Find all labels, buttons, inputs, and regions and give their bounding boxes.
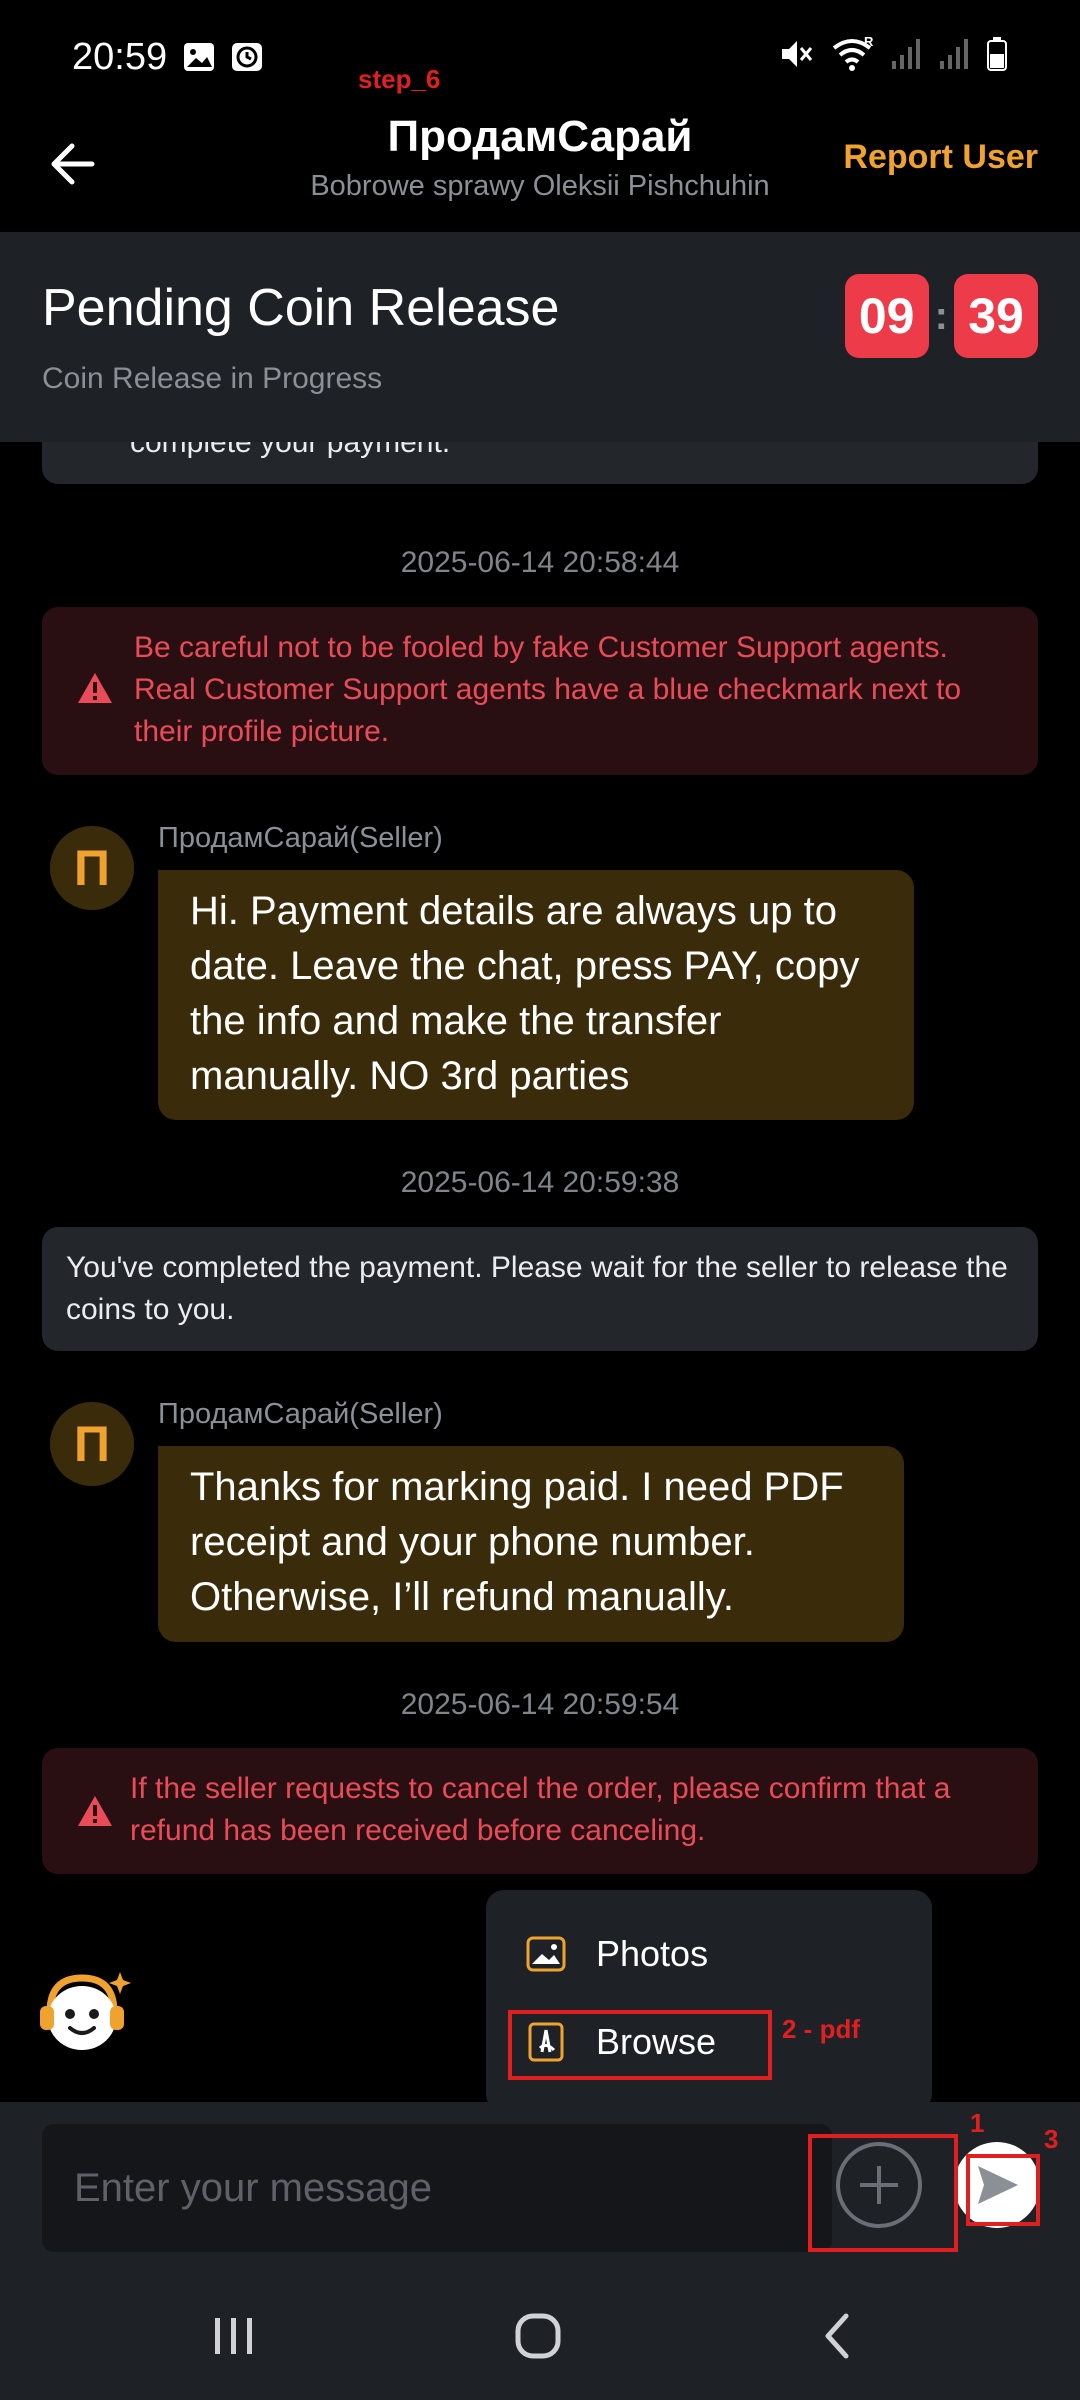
wifi-badge: R	[864, 36, 874, 49]
step-annotation: step_6	[358, 64, 441, 94]
message-input[interactable]	[42, 2124, 832, 2252]
signal-icon	[892, 39, 920, 69]
seller-avatar[interactable]: П	[50, 1402, 134, 1486]
seller-message-bubble: Hi. Payment details are always up to dat…	[158, 870, 914, 1120]
warning-text: Be careful not to be fooled by fake Cust…	[134, 631, 962, 748]
warning-message: If the seller requests to cancel the ord…	[42, 1748, 1038, 1874]
back-nav-button[interactable]	[798, 2304, 878, 2368]
attach-annotation: 1	[970, 2108, 985, 2138]
system-nav-bar	[0, 2274, 1080, 2400]
countdown-timer: 09 : 39	[844, 274, 1038, 358]
browse-highlight-box	[508, 2010, 772, 2080]
seller-avatar[interactable]: П	[50, 826, 134, 910]
seller-message-bubble: Thanks for marking paid. I need PDF rece…	[158, 1446, 904, 1642]
status-icons-left	[182, 40, 264, 74]
menu-item-label: Photos	[596, 1933, 709, 1974]
wifi-icon: R	[832, 36, 874, 71]
clock-icon	[232, 43, 262, 71]
order-status-banner: Pending Coin Release Coin Release in Pro…	[0, 232, 1080, 442]
system-message-partial: complete your payment.	[42, 442, 1038, 484]
order-status-subtitle: Coin Release in Progress	[42, 362, 383, 395]
sender-name: ПродамСарай(Seller)	[158, 1398, 443, 1430]
status-time: 20:59	[72, 36, 168, 78]
report-user-button[interactable]: Report User	[843, 138, 1038, 177]
warning-message: Be careful not to be fooled by fake Cust…	[42, 607, 1038, 775]
chat-messages[interactable]: complete your payment. 2025-06-14 20:58:…	[0, 442, 1080, 2102]
send-annotation: 3	[1044, 2124, 1059, 2154]
timer-separator: :	[934, 293, 948, 338]
image-icon	[184, 43, 214, 71]
support-bot-button[interactable]	[30, 1960, 134, 2064]
menu-item-photos[interactable]: Photos	[526, 1924, 708, 1984]
recent-apps-button[interactable]	[194, 2304, 274, 2368]
photo-icon	[526, 1936, 566, 1972]
timer-minutes: 09	[844, 274, 929, 358]
attach-highlight-box	[808, 2134, 958, 2252]
status-icons-right: R	[778, 36, 1008, 72]
status-bar: 20:59 R step_6	[0, 0, 1080, 120]
timestamp: 2025-06-14 20:58:44	[400, 546, 680, 579]
warning-text: If the seller requests to cancel the ord…	[130, 1772, 951, 1847]
warning-icon	[78, 1796, 112, 1826]
timer-seconds: 39	[954, 274, 1038, 358]
recent-apps-icon	[215, 2318, 252, 2354]
system-message: You've completed the payment. Please wai…	[42, 1227, 1038, 1351]
browse-annotation: 2 - pdf	[782, 2014, 860, 2044]
sender-name: ПродамСарай(Seller)	[158, 822, 443, 854]
send-highlight-box	[966, 2154, 1040, 2226]
back-chevron-icon	[825, 2313, 849, 2359]
warning-icon	[78, 673, 112, 703]
system-message-text: complete your payment.	[130, 442, 451, 459]
signal-icon	[940, 39, 968, 69]
timestamp: 2025-06-14 20:59:54	[400, 1688, 680, 1721]
order-status-title: Pending Coin Release	[42, 279, 560, 337]
timestamp: 2025-06-14 20:59:38	[400, 1166, 680, 1199]
home-button[interactable]	[498, 2304, 578, 2368]
home-icon	[515, 2313, 561, 2359]
support-bot-icon	[40, 1972, 131, 2050]
chat-header: ПродамСарай Bobrowe sprawy Oleksii Pishc…	[0, 110, 1080, 232]
battery-icon	[987, 37, 1007, 71]
mute-icon	[782, 41, 813, 67]
